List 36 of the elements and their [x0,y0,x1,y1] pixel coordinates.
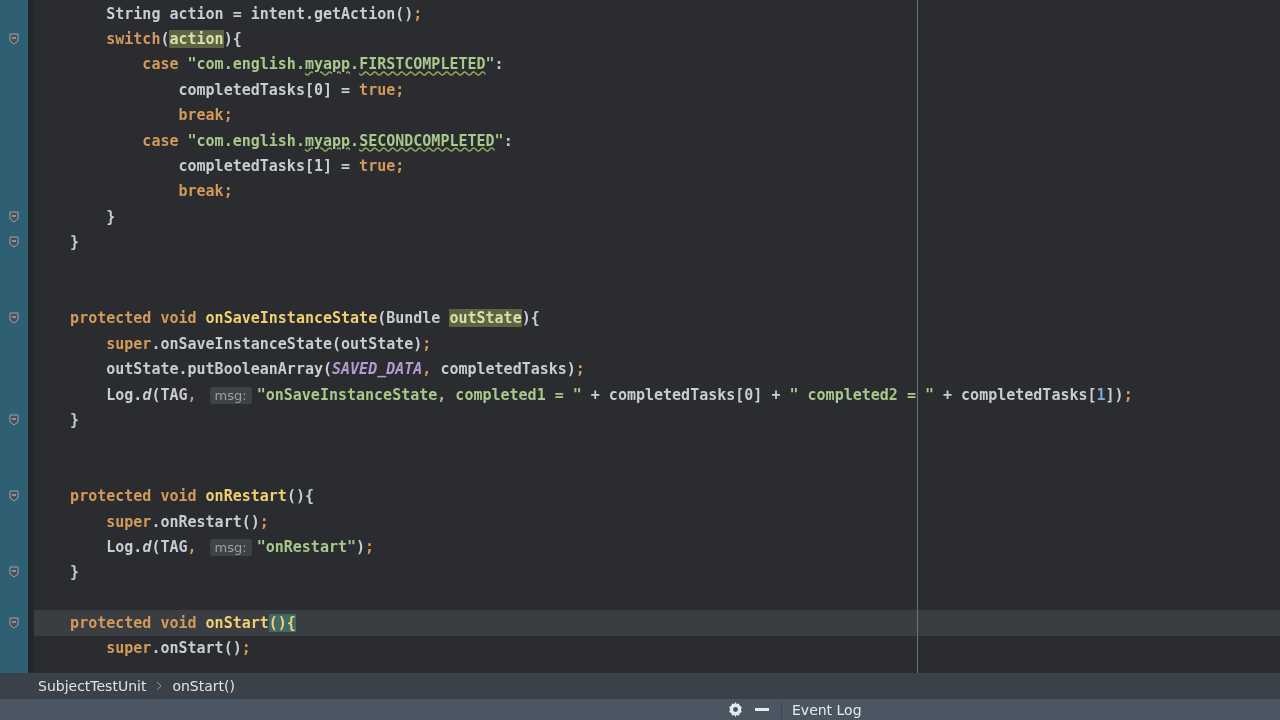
code-line: protected void onRestart(){ [69,487,314,506]
code-line: } [69,563,80,582]
code-line: break; [177,106,233,125]
fold-marker-icon[interactable] [9,312,19,325]
code-line: switch(action){ [105,30,242,49]
fold-marker-icon[interactable] [9,236,19,249]
minimize-icon[interactable] [755,707,769,712]
code-line: protected void onStart(){ [69,614,296,633]
fold-marker-icon[interactable] [9,33,19,46]
fold-marker-icon[interactable] [9,566,19,579]
event-log-button[interactable]: Event Log [781,701,862,718]
code-line: protected void onSaveInstanceState(Bundle outState){ [69,309,540,328]
code-line: } [69,233,80,252]
code-line: completedTasks[1] = true; [177,157,405,176]
code-line: Log.d(TAG, msg: "onRestart"); [105,537,375,556]
settings-icon[interactable] [728,702,743,717]
code-line: } [69,410,80,429]
chevron-right-icon [156,681,163,691]
fold-marker-icon[interactable] [9,413,19,426]
code-line: completedTasks[0] = true; [177,80,405,99]
breadcrumb-item[interactable]: SubjectTestUnit [38,678,147,694]
fold-marker-icon[interactable] [9,210,19,223]
code-line: outState.putBooleanArray(SAVED_DATA, completedTasks); [105,360,585,379]
code-line: case "com.english.myapp.SECONDCOMPLETED": [141,131,513,150]
code-line: super.onSaveInstanceState(outState); [105,334,432,353]
code-line: break; [177,182,233,201]
fold-marker-icon[interactable] [9,490,19,503]
code-line: case "com.english.myapp.FIRSTCOMPLETED": [141,55,504,74]
code-line: super.onRestart(); [105,512,269,531]
code-line: } [105,207,116,226]
code-line: Log.d(TAG, msg: "onSaveInstanceState, completed1 = " + completedTasks[0] + " completed2 = " + completedTasks[1]); [105,385,1133,404]
breadcrumb-item[interactable]: onStart() [172,678,235,694]
code-editor[interactable] [0,0,1280,673]
code-line: super.onStart(); [105,639,251,658]
code-line: String action = intent.getAction(); [105,4,423,23]
fold-marker-icon[interactable] [9,617,19,630]
